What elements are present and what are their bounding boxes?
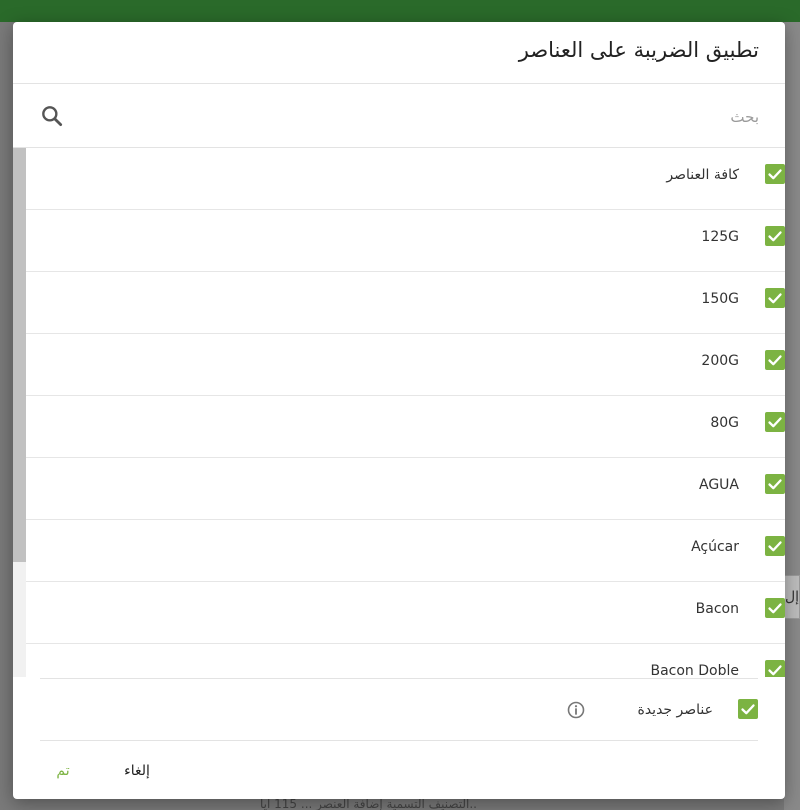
list-item-label: AGUA [698,477,739,493]
list-item[interactable]: Bacon Doble [26,644,785,677]
scrollbar-thumb[interactable] [13,148,26,562]
new-items-divider [40,678,758,679]
background-page [784,22,800,810]
list-item[interactable]: 200G [26,334,785,396]
list-item[interactable]: AGUA [26,458,785,520]
checkbox-checked[interactable] [765,288,785,308]
new-items-checkbox[interactable] [738,699,758,719]
check-icon [768,169,782,180]
list-item-label: 125G [701,229,739,245]
checkbox-checked[interactable] [765,660,785,677]
search-icon[interactable] [39,103,65,129]
list-item[interactable]: Açúcar [26,520,785,582]
check-icon [768,541,782,552]
checkbox-checked[interactable] [765,350,785,370]
checkbox-checked[interactable] [765,226,785,246]
list-item-label: 80G [710,415,739,431]
checkbox-checked[interactable] [765,536,785,556]
list-item[interactable]: 80G [26,396,785,458]
title-divider [13,83,785,84]
check-icon [768,417,782,428]
list-item-label: Açúcar [691,539,739,555]
footer-divider [40,740,758,741]
app-top-bar [0,0,800,22]
list-item[interactable]: 150G [26,272,785,334]
list-item-label: كافة العناصر [666,167,739,183]
background-button-fragment: إل [784,575,800,619]
list-item[interactable]: 125G [26,210,785,272]
list-item[interactable]: Bacon [26,582,785,644]
check-icon [768,479,782,490]
apply-tax-dialog: تطبيق الضريبة على العناصر كافة العناصر 1… [13,22,785,799]
check-icon [768,665,782,676]
scrollbar-track[interactable] [13,148,26,677]
list-item-label: Bacon Doble [650,663,739,677]
checkbox-checked[interactable] [765,598,785,618]
checkbox-checked[interactable] [765,412,785,432]
check-icon [768,293,782,304]
list-item-all-items[interactable]: كافة العناصر [26,148,785,210]
info-icon[interactable] [566,700,586,720]
list-item-label: 200G [701,353,739,369]
list-item-label: Bacon [695,601,739,617]
cancel-button[interactable]: إلغاء [109,755,165,787]
checkbox-checked[interactable] [765,164,785,184]
check-icon [768,231,782,242]
items-list[interactable]: كافة العناصر 125G 150G 200G 80G AGUA Açú… [13,148,785,677]
dialog-title: تطبيق الضريبة على العناصر [518,38,759,62]
done-button[interactable]: تم [39,755,87,787]
search-input[interactable] [83,102,759,132]
checkbox-checked[interactable] [765,474,785,494]
check-icon [768,355,782,366]
check-icon [768,603,782,614]
list-item-label: 150G [701,291,739,307]
new-items-label: عناصر جديدة [637,702,714,718]
check-icon [741,704,755,715]
